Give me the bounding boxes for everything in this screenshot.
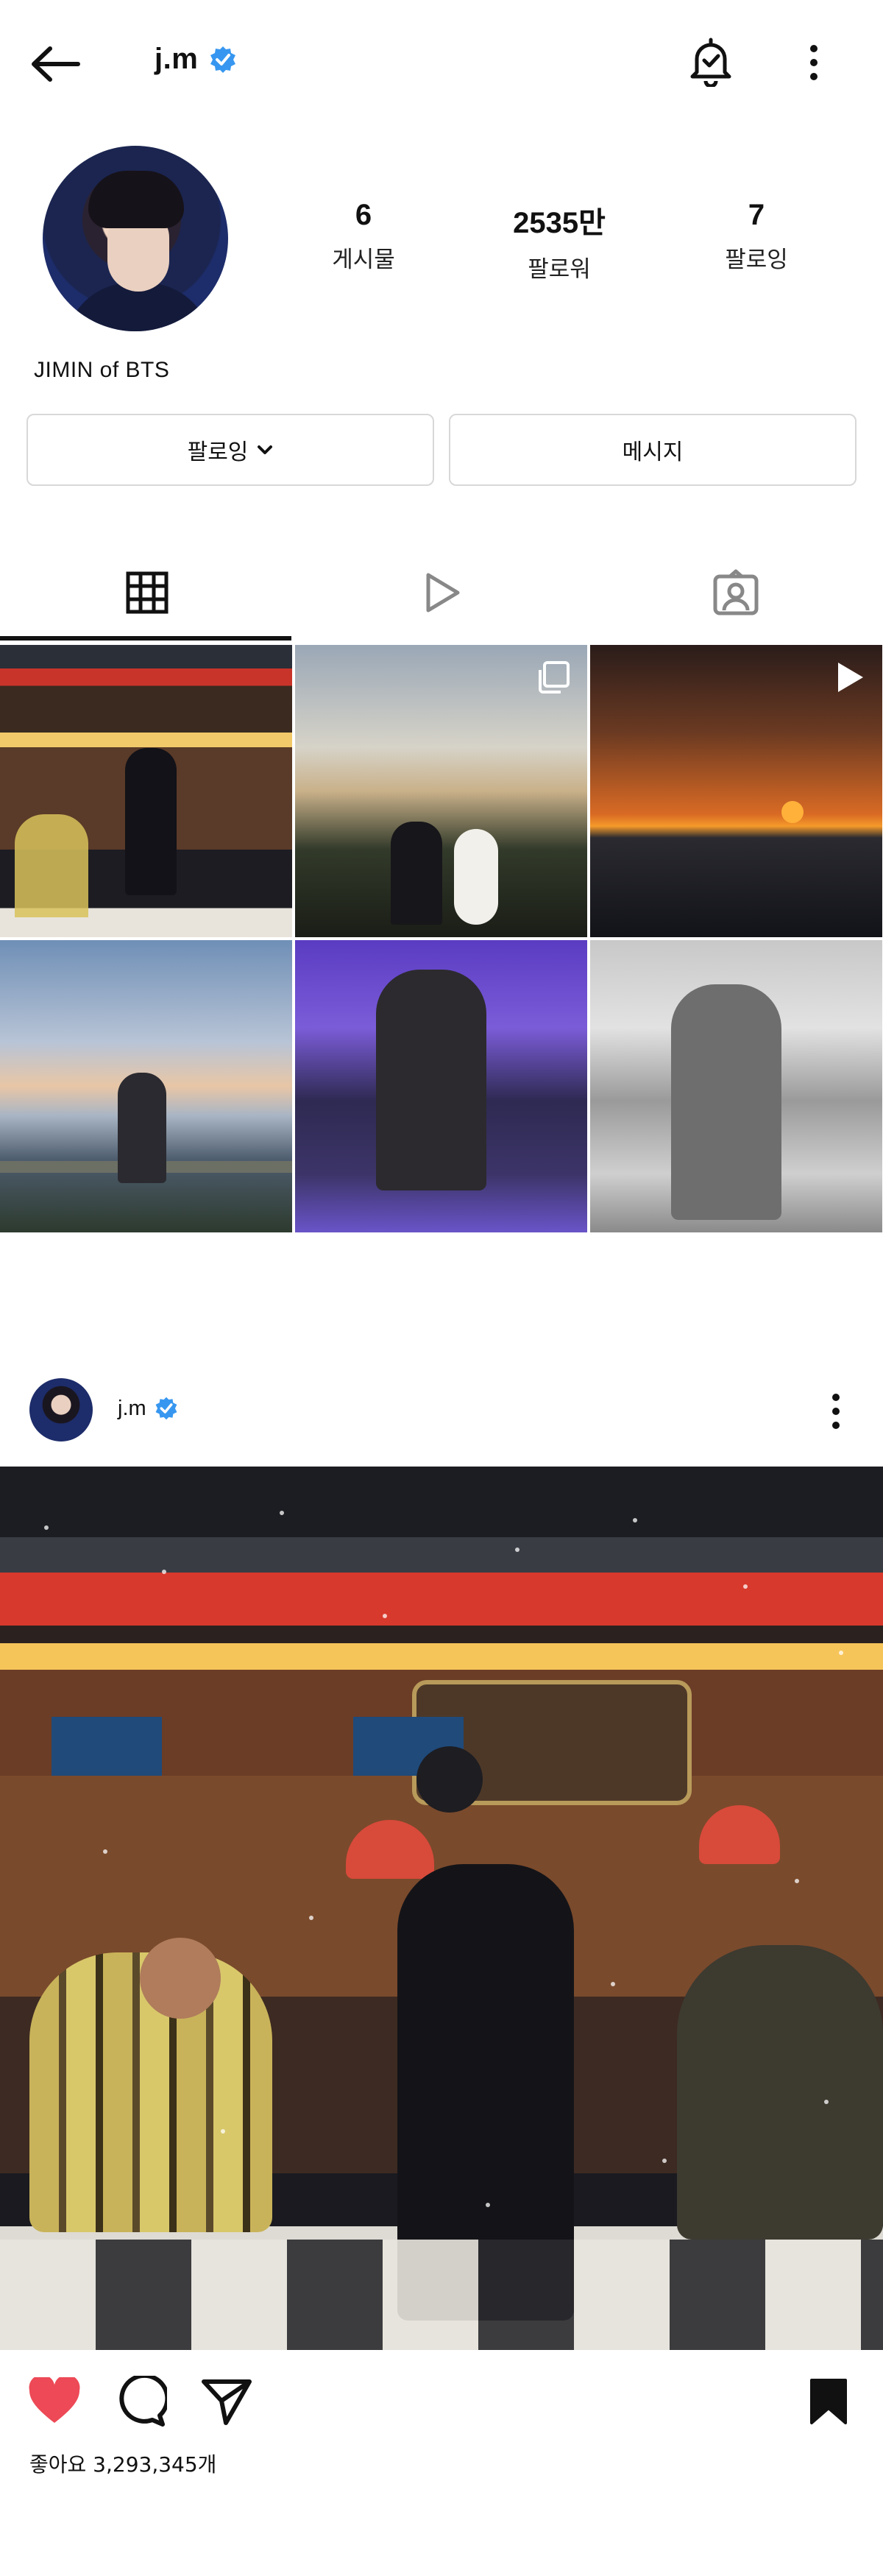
stat-followers-label: 팔로워 [528, 256, 591, 282]
send-paper-plane-icon [202, 2379, 252, 2425]
following-button[interactable]: 팔로잉 [26, 414, 434, 486]
more-options-button[interactable] [799, 37, 829, 88]
post-header: j.m [0, 1369, 883, 1450]
stat-posts-value: 6 [355, 199, 372, 231]
grid-post-6[interactable] [590, 940, 882, 1232]
heart-filled-icon [29, 2377, 80, 2423]
post-author-username[interactable]: j.m [118, 1397, 146, 1421]
post-more-button[interactable] [821, 1386, 851, 1437]
back-button[interactable] [29, 38, 96, 90]
more-vertical-icon [810, 45, 818, 80]
message-button-label: 메시지 [622, 440, 684, 465]
grid-post-1[interactable] [0, 645, 292, 937]
profile-display-name: JIMIN of BTS [34, 358, 170, 382]
top-bar: j.m [0, 0, 883, 125]
more-vertical-icon [832, 1394, 840, 1429]
tagged-person-icon [713, 569, 759, 615]
profile-tabs [0, 545, 883, 641]
likes-count[interactable]: 좋아요 3,293,345개 [29, 2449, 216, 2478]
post-author-avatar[interactable] [29, 1378, 93, 1441]
verified-badge-icon [155, 1397, 177, 1420]
notifications-button[interactable] [683, 32, 739, 91]
back-arrow-icon [32, 46, 80, 82]
stat-followers[interactable]: 2535만 팔로워 [493, 199, 625, 283]
grid-icon [126, 571, 169, 614]
grid-post-5[interactable] [295, 940, 587, 1232]
post-author-row[interactable]: j.m [118, 1396, 179, 1421]
post-actions [0, 2363, 883, 2437]
reel-play-icon [838, 663, 863, 692]
profile-username: j.m [155, 43, 199, 75]
bell-check-icon [690, 38, 731, 87]
tab-posts-grid[interactable] [0, 545, 294, 641]
verified-badge-icon [208, 45, 238, 74]
tab-tagged[interactable] [589, 545, 883, 641]
post-image[interactable] [0, 1467, 883, 2350]
save-button[interactable] [798, 2371, 859, 2432]
tab-reels[interactable] [294, 545, 589, 641]
active-tab-indicator [0, 636, 291, 641]
stat-posts-label: 게시물 [332, 247, 395, 272]
share-button[interactable] [196, 2371, 258, 2432]
bookmark-filled-icon [810, 2379, 847, 2424]
stat-following[interactable]: 7 팔로잉 [690, 199, 823, 274]
comment-button[interactable] [110, 2371, 172, 2432]
stat-following-label: 팔로잉 [725, 247, 788, 272]
profile-avatar[interactable] [43, 146, 228, 331]
like-button[interactable] [24, 2371, 85, 2432]
multi-photo-icon [539, 661, 570, 694]
following-button-label: 팔로잉 [187, 440, 249, 465]
stat-followers-value: 2535만 [513, 207, 606, 239]
play-icon [426, 573, 460, 613]
comment-bubble-icon [119, 2376, 167, 2427]
message-button[interactable]: 메시지 [449, 414, 857, 486]
stat-following-value: 7 [748, 199, 765, 231]
grid-post-2[interactable] [295, 645, 587, 937]
stat-posts[interactable]: 6 게시물 [297, 199, 430, 274]
profile-username-row: j.m [155, 43, 238, 76]
grid-post-3[interactable] [590, 645, 882, 937]
grid-post-4[interactable] [0, 940, 292, 1232]
chevron-down-icon [258, 445, 273, 454]
